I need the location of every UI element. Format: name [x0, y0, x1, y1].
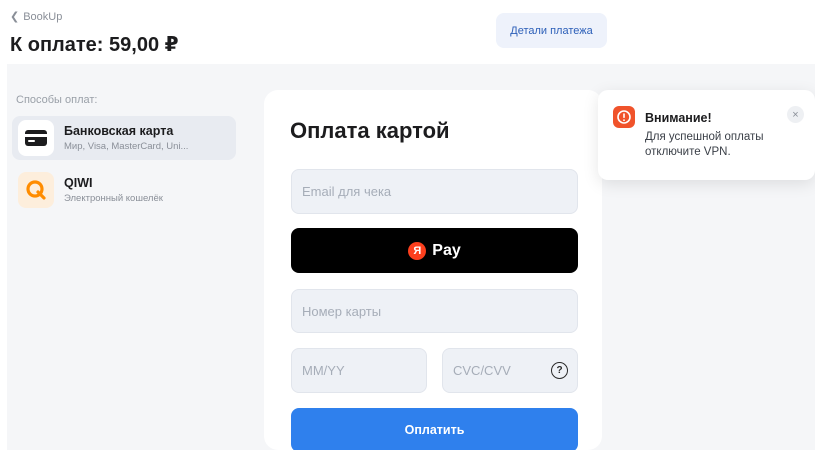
- back-link[interactable]: ❮ BookUp: [10, 10, 63, 24]
- payment-details-button[interactable]: Детали платежа: [496, 13, 607, 48]
- toast-title: Внимание!: [645, 111, 712, 125]
- chevron-left-icon: ❮: [10, 11, 20, 23]
- payment-form-title: Оплата картой: [290, 118, 450, 143]
- credit-card-icon: [18, 120, 54, 156]
- header: ❮ BookUp К оплате: 59,00 ₽ Детали платеж…: [0, 0, 815, 64]
- expiry-field[interactable]: MM/YY: [291, 348, 427, 393]
- method-qiwi[interactable]: QIWI Электронный кошелёк: [12, 168, 236, 212]
- payment-methods-title: Способы оплат:: [16, 94, 98, 106]
- card-number-field[interactable]: Номер карты: [291, 289, 578, 333]
- toast-message: Для успешной оплаты отключите VPN.: [645, 131, 764, 158]
- alert-icon: [613, 106, 635, 128]
- yandex-pay-label: Pay: [432, 241, 461, 259]
- yandex-logo-icon: Я: [408, 241, 427, 260]
- email-field[interactable]: Email для чека: [291, 169, 578, 214]
- back-link-label: BookUp: [23, 10, 63, 23]
- method-name: Банковская карта: [64, 124, 174, 138]
- method-bank-card[interactable]: Банковская карта Мир, Visa, MasterCard, …: [12, 116, 236, 160]
- method-subtitle: Мир, Visa, MasterCard, Uni...: [64, 141, 189, 152]
- pay-button[interactable]: Оплатить: [291, 408, 578, 450]
- help-icon[interactable]: ?: [551, 362, 568, 379]
- method-name: QIWI: [64, 176, 93, 190]
- yandex-pay-button[interactable]: Я Pay: [291, 228, 578, 273]
- method-subtitle: Электронный кошелёк: [64, 193, 163, 204]
- amount-title: К оплате: 59,00 ₽: [10, 34, 179, 56]
- close-icon[interactable]: ×: [787, 106, 804, 123]
- payment-page: ❮ BookUp К оплате: 59,00 ₽ Детали платеж…: [0, 0, 815, 450]
- qiwi-logo-icon: [18, 172, 54, 208]
